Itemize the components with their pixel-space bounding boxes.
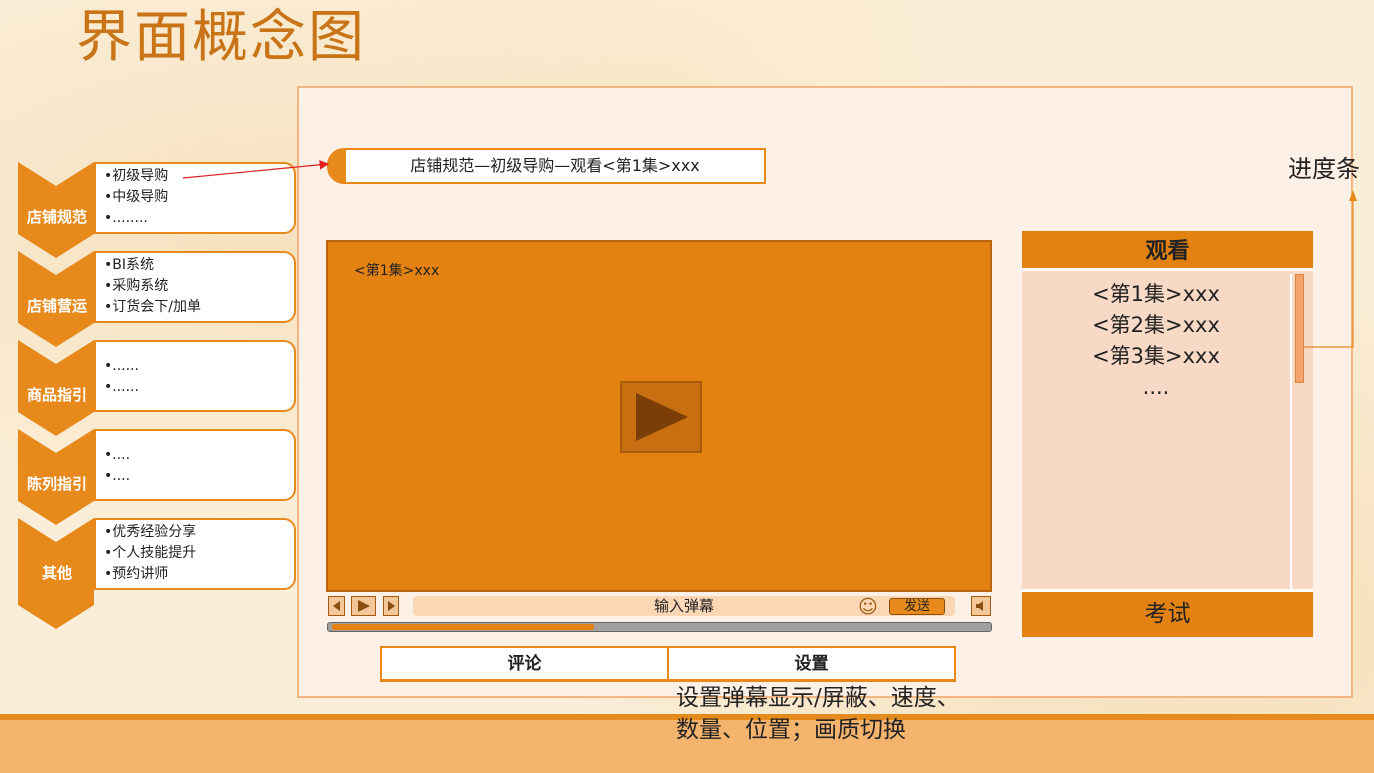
nav-subitem[interactable]: •个人技能提升 [104,543,294,564]
nav-submenu-others: •优秀经验分享 •个人技能提升 •预约讲师 [94,518,296,590]
nav-category-label: 店铺规范 [26,208,87,226]
nav-category-label: 陈列指引 [26,475,87,493]
emoji-icon[interactable]: ☺ [858,597,880,617]
progress-bar-annotation: 进度条 [1288,155,1360,183]
nav-category-label: 商品指引 [26,386,87,404]
exam-button[interactable]: 考试 [1022,589,1313,637]
episode-item[interactable]: <第3集>xxx [1022,341,1290,372]
nav-subitem[interactable]: •初级导购 [104,166,294,187]
nav-subitem[interactable]: •BI系统 [104,255,294,276]
nav-subitem[interactable]: •订货会下/加单 [104,297,294,318]
nav-category-label: 其他 [41,564,72,582]
nav-category-label: 店铺营运 [26,297,87,315]
episode-item[interactable]: <第2集>xxx [1022,310,1290,341]
nav-submenu-store-standards: •初级导购 •中级导购 •........ [94,162,296,234]
nav-subitem[interactable]: •...... [104,356,294,377]
speaker-icon [976,601,983,611]
episode-item[interactable]: <第1集>xxx [1022,279,1290,310]
volume-button[interactable] [971,596,991,616]
video-title: <第1集>xxx [354,263,440,279]
video-player[interactable]: <第1集>xxx [326,240,992,592]
previous-icon [333,601,340,611]
nav-submenu-store-operations: •BI系统 •采购系统 •订货会下/加单 [94,251,296,323]
player-controls: 输入弹幕 ☺ 发送 [326,594,992,618]
play-icon [358,600,370,612]
nav-subitem[interactable]: •.... [104,466,294,487]
breadcrumb: 店铺规范—初级导购—观看<第1集>xxx [344,148,766,184]
scroll-track [1290,274,1292,589]
nav-submenu-display-guide: •.... •.... [94,429,296,501]
episode-list: <第1集>xxx <第2集>xxx <第3集>xxx .... [1022,279,1290,403]
tab-comments[interactable]: 评论 [382,648,667,679]
nav-subitem[interactable]: •预约讲师 [104,564,294,585]
next-button[interactable] [383,596,399,616]
nav-subitem[interactable]: •.... [104,445,294,466]
progress-fill [332,624,594,630]
play-pause-button[interactable] [351,596,376,616]
previous-button[interactable] [328,596,345,616]
tab-bar: 评论 设置 [380,646,956,682]
settings-note-line: 设置弹幕显示/屏蔽、速度、 [676,685,960,711]
progress-bar[interactable] [327,622,992,632]
settings-note: 设置弹幕显示/屏蔽、速度、 数量、位置；画质切换 [676,682,960,746]
send-button[interactable]: 发送 [889,598,945,615]
nav-subitem[interactable]: •采购系统 [104,276,294,297]
tab-settings[interactable]: 设置 [667,648,954,679]
nav-subitem[interactable]: •........ [104,208,294,229]
nav-subitem[interactable]: •优秀经验分享 [104,522,294,543]
play-icon [636,393,688,441]
nav-subitem[interactable]: •中级导购 [104,187,294,208]
play-button[interactable] [620,381,702,453]
episode-panel: 观看 <第1集>xxx <第2集>xxx <第3集>xxx .... 考试 [1022,231,1313,637]
nav-subitem[interactable]: •...... [104,377,294,398]
nav-submenu-product-guide: •...... •...... [94,340,296,412]
settings-note-line: 数量、位置；画质切换 [676,717,906,743]
episode-panel-header: 观看 [1022,231,1313,271]
scrollbar-thumb[interactable] [1295,274,1304,383]
episode-item: .... [1142,375,1170,399]
next-icon [388,601,395,611]
